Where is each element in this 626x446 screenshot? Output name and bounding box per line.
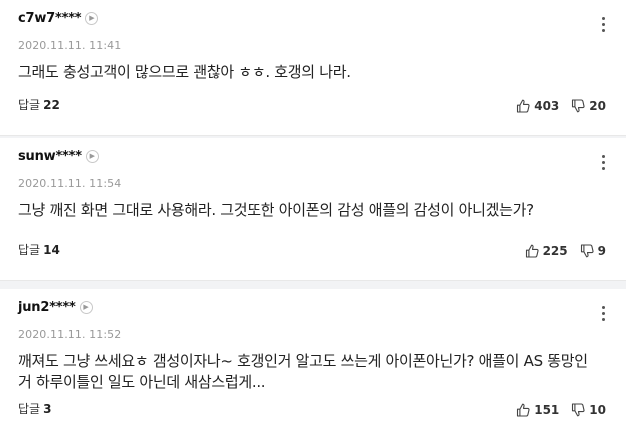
reply-button[interactable]: 답글 22: [18, 96, 60, 113]
comment-item: jun2**** ▶ 2020.11.11. 11:52 깨져도 그냥 쓰세요ㅎ…: [0, 289, 626, 439]
vote-buttons: 403 20: [516, 99, 606, 113]
comment-item: sunw**** ▶ 2020.11.11. 11:54 그냥 깨진 화면 그대…: [0, 138, 626, 281]
username[interactable]: sunw****: [18, 149, 82, 164]
comment-author[interactable]: c7w7**** ▶: [18, 11, 99, 26]
like-count: 403: [534, 99, 560, 113]
dislike-count: 9: [597, 244, 606, 258]
reply-count: 3: [43, 402, 52, 416]
comment-text: 깨져도 그냥 쓰세요ㅎ 갬성이자나~ 호갱인거 알고도 쓰는게 아이폰아닌가? …: [18, 352, 588, 391]
reply-button[interactable]: 답글 14: [18, 241, 60, 258]
username[interactable]: c7w7****: [18, 11, 82, 26]
divider: [0, 281, 626, 289]
like-count: 151: [534, 403, 560, 417]
more-vertical-icon[interactable]: [600, 306, 606, 321]
thumbs-down-icon: [580, 244, 594, 258]
reply-count: 14: [43, 243, 60, 257]
dislike-count: 20: [589, 99, 606, 113]
thumbs-up-icon: [517, 403, 530, 417]
reply-label: 답글: [18, 98, 41, 112]
vote-buttons: 151 10: [516, 403, 606, 417]
chevron-right-circle-icon[interactable]: ▶: [85, 150, 99, 163]
dislike-button[interactable]: 20: [571, 99, 606, 113]
dislike-count: 10: [589, 403, 606, 417]
reply-label: 답글: [18, 243, 41, 257]
thumbs-down-icon: [572, 403, 585, 417]
chevron-right-circle-icon[interactable]: ▶: [79, 301, 93, 314]
like-count: 225: [542, 244, 568, 258]
comment-date: 2020.11.11. 11:52: [18, 328, 122, 341]
reply-button[interactable]: 답글 3: [18, 400, 51, 417]
comment-author[interactable]: sunw**** ▶: [18, 149, 99, 164]
dislike-button[interactable]: 9: [580, 244, 606, 258]
more-vertical-icon[interactable]: [600, 17, 606, 32]
chevron-right-circle-icon[interactable]: ▶: [85, 12, 99, 25]
dislike-button[interactable]: 10: [571, 403, 606, 417]
like-button[interactable]: 403: [516, 99, 559, 113]
reply-count: 22: [43, 98, 60, 112]
thumbs-up-icon: [525, 244, 539, 258]
like-button[interactable]: 151: [516, 403, 559, 417]
like-button[interactable]: 225: [525, 244, 568, 258]
comment-date: 2020.11.11. 11:41: [18, 39, 122, 52]
comment-text: 그냥 깨진 화면 그대로 사용해라. 그것또한 아이폰의 감성 애플의 감성이 …: [18, 201, 534, 219]
comment-item: c7w7**** ▶ 2020.11.11. 11:41 그래도 충성고객이 많…: [0, 0, 626, 136]
more-vertical-icon[interactable]: [600, 155, 606, 170]
reply-label: 답글: [18, 402, 41, 416]
comment-text: 그래도 충성고객이 많으므로 괜찮아 ㅎㅎ. 호갱의 나라.: [18, 63, 351, 81]
comment-author[interactable]: jun2**** ▶: [18, 300, 93, 315]
username[interactable]: jun2****: [18, 300, 76, 315]
thumbs-up-icon: [517, 99, 530, 113]
vote-buttons: 225 9: [525, 244, 606, 258]
thumbs-down-icon: [572, 99, 585, 113]
comment-date: 2020.11.11. 11:54: [18, 177, 122, 190]
